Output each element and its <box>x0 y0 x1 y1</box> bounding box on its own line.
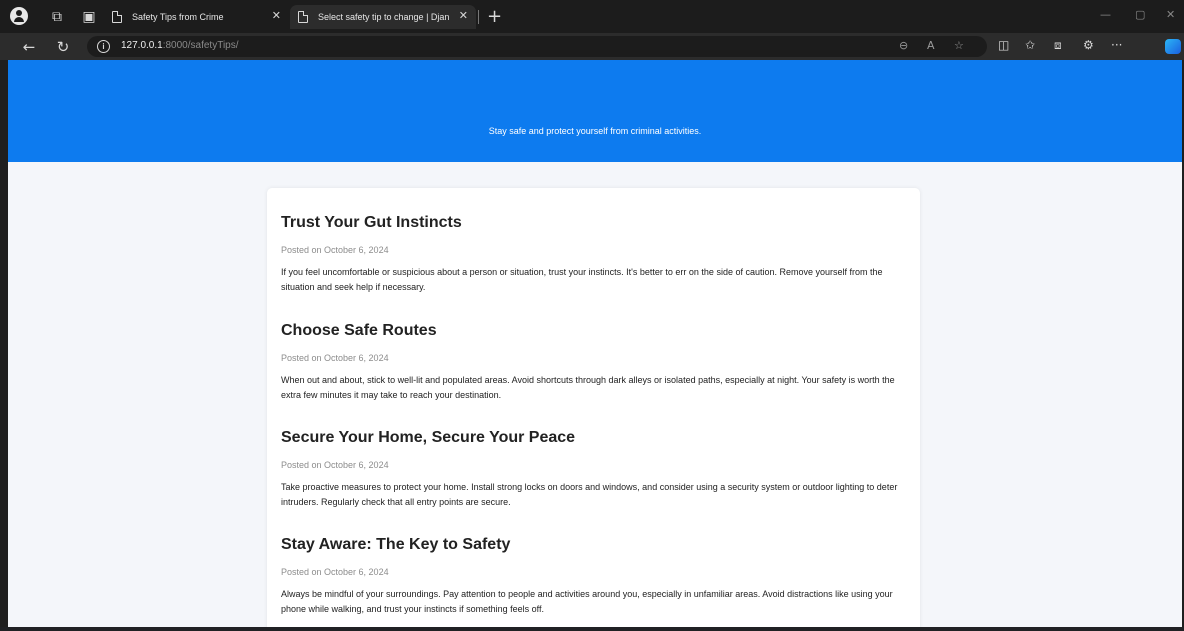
tip-title: Stay Aware: The Key to Safety <box>281 536 511 553</box>
tab-actions-icon[interactable]: ▣ <box>79 7 99 27</box>
navigation-bar: ← ↻ i 127.0.0.1:8000/safetyTips/ ⊖ A ☆ ◫… <box>0 33 1184 60</box>
tip-article: Stay Aware: The Key to Safety Posted on … <box>281 536 911 617</box>
tab-strip: ⧉ ▣ Safety Tips from Crime ✕ Select safe… <box>0 0 1184 33</box>
workspaces-icon[interactable]: ⧉ <box>47 7 67 27</box>
site-info-icon[interactable]: i <box>97 40 110 53</box>
extensions-icon[interactable]: ⚙ <box>1083 38 1094 52</box>
hero-banner: Stay safe and protect yourself from crim… <box>8 60 1182 162</box>
collections-icon[interactable]: ⧈ <box>1054 38 1062 53</box>
maximize-icon[interactable]: ▢ <box>1135 8 1145 21</box>
favorite-star-icon[interactable]: ☆ <box>954 39 964 52</box>
tab-safety-tips[interactable]: Safety Tips from Crime ✕ <box>104 5 289 29</box>
more-menu-icon[interactable]: ··· <box>1111 38 1122 52</box>
tip-title: Secure Your Home, Secure Your Peace <box>281 429 576 446</box>
back-arrow-icon[interactable]: ← <box>19 37 39 57</box>
tip-date: Posted on October 6, 2024 <box>281 460 389 470</box>
page-icon <box>112 11 122 23</box>
tip-article: Choose Safe Routes Posted on October 6, … <box>281 322 911 403</box>
tip-title: Trust Your Gut Instincts <box>281 214 462 231</box>
page-icon <box>298 11 308 23</box>
tab-title: Safety Tips from Crime <box>132 12 224 22</box>
close-window-icon[interactable]: ✕ <box>1166 8 1175 21</box>
hero-tagline: Stay safe and protect yourself from crim… <box>488 126 702 136</box>
browser-window: ⧉ ▣ Safety Tips from Crime ✕ Select safe… <box>0 0 1184 631</box>
tip-article: Trust Your Gut Instincts Posted on Octob… <box>281 214 911 295</box>
copilot-icon[interactable] <box>1165 39 1181 54</box>
read-aloud-icon[interactable]: A <box>927 39 935 52</box>
tips-card: Trust Your Gut Instincts Posted on Octob… <box>267 188 920 631</box>
tab-title: Select safety tip to change | Djan <box>318 12 450 22</box>
address-bar[interactable]: i 127.0.0.1:8000/safetyTips/ ⊖ A ☆ <box>87 36 987 57</box>
url-text[interactable]: 127.0.0.1:8000/safetyTips/ <box>121 40 239 51</box>
tip-title: Choose Safe Routes <box>281 322 437 339</box>
close-tab-icon[interactable]: ✕ <box>272 9 281 22</box>
tab-separator <box>478 10 479 24</box>
new-tab-icon[interactable]: + <box>487 6 502 27</box>
refresh-icon[interactable]: ↻ <box>53 37 73 57</box>
tab-admin-safety-tip[interactable]: Select safety tip to change | Djan ✕ <box>290 5 476 29</box>
split-screen-icon[interactable]: ◫ <box>998 38 1009 52</box>
page-viewport: Stay safe and protect yourself from crim… <box>8 60 1182 631</box>
tip-body: Take proactive measures to protect your … <box>281 482 898 507</box>
tip-date: Posted on October 6, 2024 <box>281 245 389 255</box>
taskbar-edge <box>0 627 1184 631</box>
tip-body: If you feel uncomfortable or suspicious … <box>281 267 883 292</box>
tip-date: Posted on October 6, 2024 <box>281 353 389 363</box>
favorites-icon[interactable]: ✩ <box>1025 38 1035 52</box>
profile-icon[interactable] <box>10 7 28 25</box>
tip-date: Posted on October 6, 2024 <box>281 567 389 577</box>
tip-body: When out and about, stick to well-lit an… <box>281 375 895 400</box>
zoom-icon[interactable]: ⊖ <box>899 39 908 52</box>
close-tab-icon[interactable]: ✕ <box>459 9 468 22</box>
tip-body: Always be mindful of your surroundings. … <box>281 589 893 614</box>
minimize-icon[interactable]: — <box>1100 8 1111 21</box>
tip-article: Secure Your Home, Secure Your Peace Post… <box>281 429 911 510</box>
